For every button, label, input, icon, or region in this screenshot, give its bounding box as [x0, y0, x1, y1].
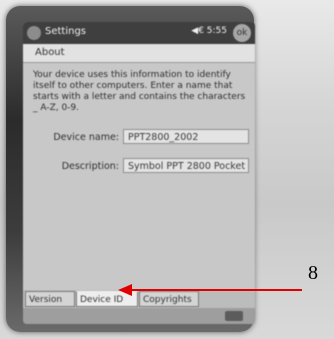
- annotation-number: 8: [308, 262, 318, 284]
- annotation-arrow: [118, 284, 302, 296]
